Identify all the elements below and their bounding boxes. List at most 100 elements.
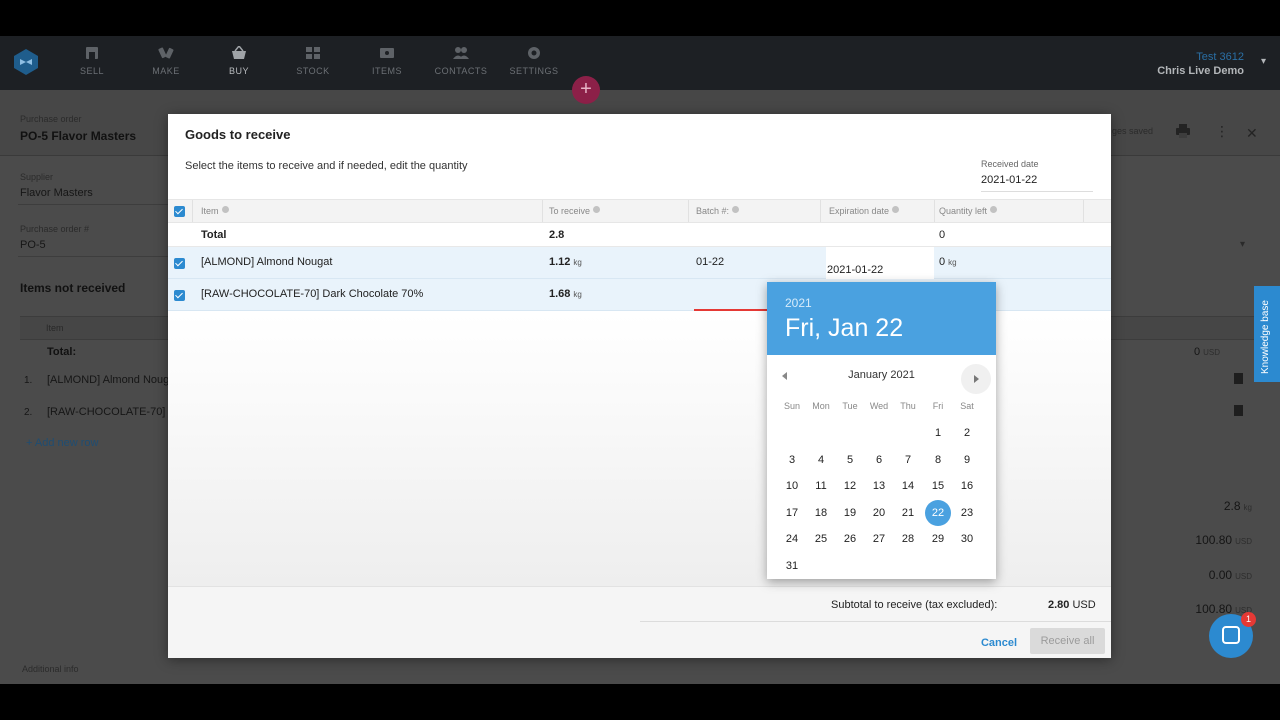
create-new-button[interactable]: +	[572, 76, 600, 104]
column-expiration[interactable]: Expiration date	[829, 206, 900, 216]
datepicker-year[interactable]: 2021	[785, 296, 812, 310]
row-qty-left-value: 0	[939, 256, 946, 268]
calendar-day[interactable]: 8	[925, 447, 951, 473]
calendar-day[interactable]: 11	[808, 473, 834, 499]
nav-sell[interactable]: SELL	[62, 44, 122, 76]
trash-icon[interactable]	[1234, 373, 1243, 384]
chevron-down-icon[interactable]: ▾	[1261, 56, 1266, 67]
basket-icon	[232, 46, 246, 59]
save-status: ges saved	[1112, 126, 1154, 136]
info-icon[interactable]	[732, 206, 740, 213]
nav-stock[interactable]: STOCK	[283, 44, 343, 76]
calendar-day-selected[interactable]: 22	[925, 499, 951, 526]
row-to-receive[interactable]: 1.68 kg	[549, 288, 582, 300]
calendar-day[interactable]: 3	[779, 447, 805, 473]
table-row[interactable]: [ALMOND] Almond Nougat 1.12 kg 01-22 2021…	[168, 247, 1111, 279]
calendar-day[interactable]: 25	[808, 526, 834, 552]
select-all-checkbox[interactable]	[174, 206, 185, 217]
calendar-day[interactable]: 7	[895, 447, 921, 473]
info-icon[interactable]	[990, 206, 998, 213]
column-divider	[542, 200, 543, 222]
info-icon[interactable]	[892, 206, 900, 213]
summary-value: 0.00	[1208, 568, 1233, 582]
row-batch-field[interactable]: 01-22	[696, 256, 724, 268]
column-qty-left[interactable]: Quantity left	[939, 206, 998, 216]
account-menu[interactable]: Test 3612 Chris Live Demo	[1157, 51, 1244, 77]
weekday-label: Sun	[783, 401, 800, 411]
print-icon[interactable]	[1175, 124, 1191, 138]
calendar-day[interactable]: 14	[895, 473, 921, 499]
subtotal-unit: USD	[1072, 599, 1096, 611]
calendar-day[interactable]: 13	[866, 473, 892, 499]
row-checkbox[interactable]	[174, 290, 185, 301]
po-number-label: Purchase order #	[20, 224, 90, 234]
calendar-day[interactable]: 1	[925, 420, 951, 446]
calendar-day[interactable]: 10	[779, 473, 805, 499]
info-icon[interactable]	[593, 206, 601, 213]
knowledge-base-tab[interactable]: Knowledge base	[1254, 286, 1280, 382]
chat-unread-badge: 1	[1241, 612, 1256, 627]
column-batch[interactable]: Batch #:	[696, 206, 740, 216]
row-item-name: [ALMOND] Almond Noug	[47, 374, 170, 386]
row-expiration-value: 2021-01-22	[827, 264, 884, 276]
calendar-day[interactable]: 24	[779, 526, 805, 552]
calendar-day[interactable]: 2	[954, 420, 980, 446]
calendar-day[interactable]: 18	[808, 500, 834, 526]
app-logo-icon[interactable]	[12, 48, 40, 76]
more-vertical-icon[interactable]: ⋮	[1215, 123, 1229, 140]
nav-settings[interactable]: SETTINGS	[504, 44, 564, 76]
calendar-day[interactable]: 4	[808, 447, 834, 473]
nav-buy[interactable]: BUY	[209, 44, 269, 76]
chevron-right-icon[interactable]	[961, 364, 991, 394]
tools-icon	[158, 47, 174, 59]
calendar-day[interactable]: 6	[866, 447, 892, 473]
summary-unit: USD	[1235, 537, 1252, 546]
calendar-day[interactable]: 23	[954, 500, 980, 526]
column-to-receive[interactable]: To receive	[549, 206, 601, 216]
close-icon[interactable]: ✕	[1246, 125, 1258, 142]
column-batch-label: Batch #:	[696, 206, 730, 216]
calendar-day[interactable]: 21	[895, 500, 921, 526]
items-header-item: Item	[46, 323, 64, 333]
po-type-label: Purchase order	[20, 114, 82, 124]
knowledge-base-label: Knowledge base	[1260, 300, 1271, 374]
calendar-day[interactable]: 29	[925, 526, 951, 552]
calendar-day[interactable]: 16	[954, 473, 980, 499]
calendar-day[interactable]: 26	[837, 526, 863, 552]
calendar-day[interactable]: 27	[866, 526, 892, 552]
cancel-button[interactable]: Cancel	[974, 633, 1024, 653]
calendar-day[interactable]: 20	[866, 500, 892, 526]
calendar-day[interactable]: 31	[779, 553, 805, 579]
column-item-label: Item	[201, 206, 219, 216]
calendar-day[interactable]: 17	[779, 500, 805, 526]
calendar-day[interactable]: 19	[837, 500, 863, 526]
row-expiration-field[interactable]: 2021-01-22	[826, 247, 934, 279]
received-date-field[interactable]: 2021-01-22	[981, 174, 1093, 192]
calendar-day[interactable]: 28	[895, 526, 921, 552]
add-new-row-link[interactable]: + Add new row	[26, 437, 98, 449]
calendar-day[interactable]: 12	[837, 473, 863, 499]
nav-make[interactable]: MAKE	[136, 44, 196, 76]
row-to-receive[interactable]: 1.12 kg	[549, 256, 582, 268]
supplier-value[interactable]: Flavor Masters	[20, 187, 93, 199]
weekday-label: Mon	[812, 401, 830, 411]
total-to-receive: 2.8	[549, 229, 565, 241]
nav-contacts[interactable]: CONTACTS	[431, 44, 491, 76]
calendar-day[interactable]: 5	[837, 447, 863, 473]
po-number-value[interactable]: PO-5	[20, 239, 46, 251]
row-unit: kg	[573, 290, 582, 299]
divider	[18, 256, 168, 257]
nav-items[interactable]: ITEMS	[357, 44, 417, 76]
chevron-down-icon[interactable]: ▾	[1240, 239, 1245, 250]
receive-all-button[interactable]: Receive all	[1030, 628, 1105, 654]
trash-icon[interactable]	[1234, 405, 1243, 416]
row-checkbox[interactable]	[174, 258, 185, 269]
calendar-day[interactable]: 9	[954, 447, 980, 473]
weekday-label: Thu	[900, 401, 916, 411]
calendar-day[interactable]: 30	[954, 526, 980, 552]
total-qty-left: 0	[939, 229, 946, 241]
calendar-day[interactable]: 15	[925, 473, 951, 499]
info-icon[interactable]	[221, 206, 229, 213]
column-item[interactable]: Item	[201, 206, 229, 216]
nav-items-label: ITEMS	[371, 66, 402, 76]
